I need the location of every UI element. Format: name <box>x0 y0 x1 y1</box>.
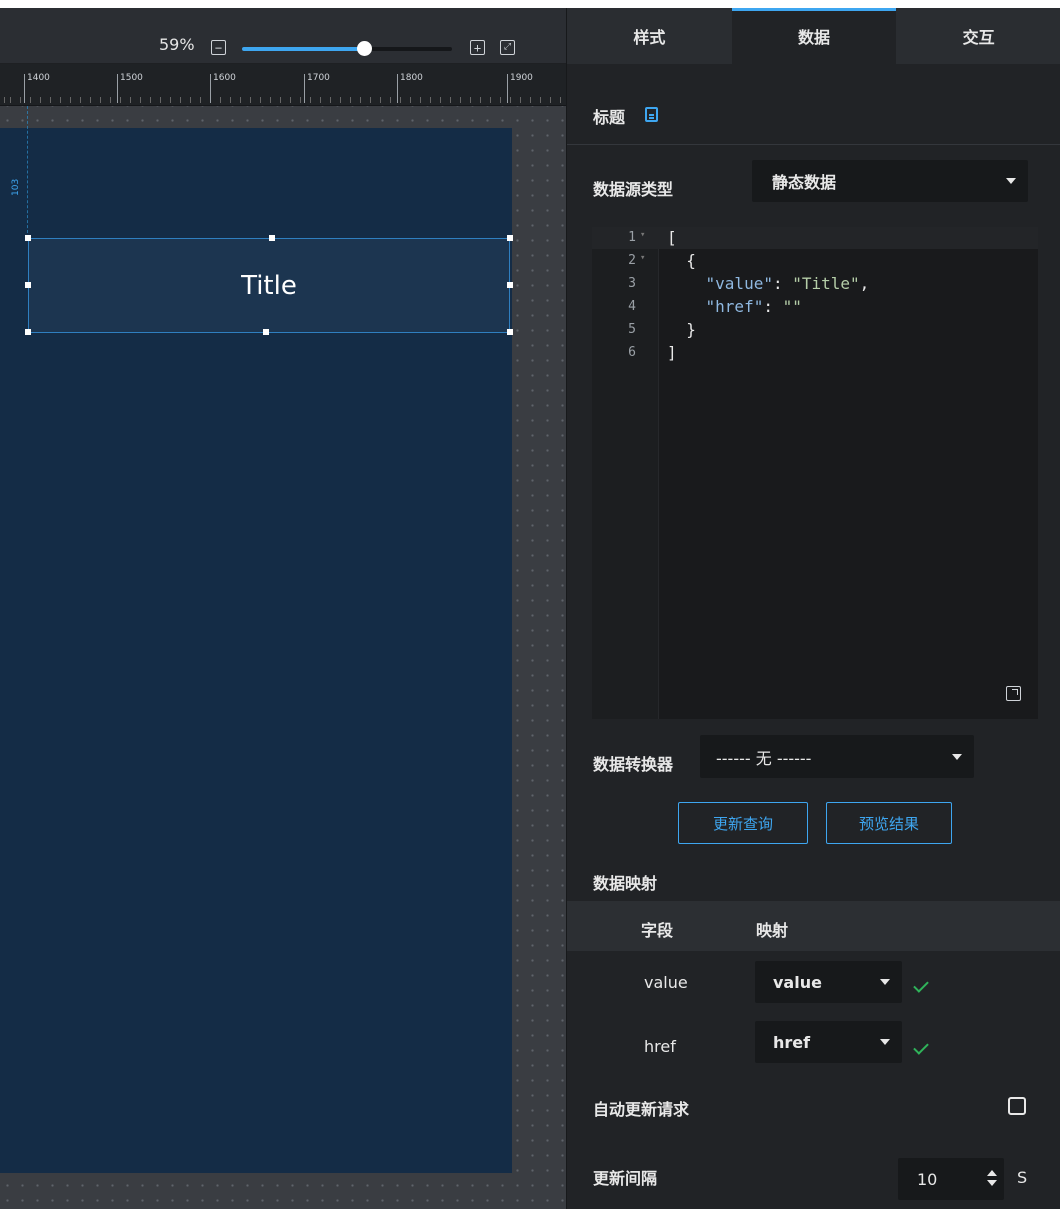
zoom-slider-fill <box>242 47 366 51</box>
refresh-query-button[interactable]: 更新查询 <box>678 802 808 844</box>
ruler-label: 1700 <box>307 73 330 83</box>
chevron-down-icon <box>1006 178 1016 184</box>
code-line: 4 "href": "" <box>628 297 802 316</box>
code-line: 6 ] <box>628 343 677 362</box>
code-href-line: "href": "" <box>705 297 802 316</box>
mapping-select[interactable]: value <box>755 961 902 1003</box>
expand-editor-icon[interactable] <box>1006 686 1021 701</box>
fold-arrow-icon[interactable]: ▾ <box>640 230 645 240</box>
chevron-down-icon <box>880 1039 890 1045</box>
document-icon[interactable] <box>645 107 658 122</box>
section-title: 标题 <box>593 108 626 127</box>
resize-handle[interactable] <box>269 235 275 241</box>
data-mapping-title: 数据映射 <box>593 874 658 893</box>
update-interval-value: 10 <box>917 1169 938 1189</box>
zoom-slider[interactable] <box>242 47 452 51</box>
code-value-line: "value": "Title", <box>705 274 870 293</box>
divider <box>567 144 1060 145</box>
check-icon <box>913 977 929 993</box>
property-panel: 样式 数据 交互 标题 数据源类型 静态数据 1 ▾ [ 2 ▾ { 3 "valu… <box>566 8 1060 1209</box>
interval-unit: S <box>1017 1168 1028 1187</box>
tab-interaction[interactable]: 交互 <box>896 8 1060 64</box>
datasource-type-label: 数据源类型 <box>593 180 674 199</box>
mapping-select-value: value <box>773 972 822 992</box>
json-code-editor[interactable]: 1 ▾ [ 2 ▾ { 3 "value": "Title", 4 "href": … <box>592 227 1038 719</box>
fold-arrow-icon[interactable]: ▾ <box>640 253 645 263</box>
code-line: 5 } <box>628 320 696 339</box>
zoom-out-icon[interactable]: − <box>211 40 226 55</box>
resize-handle[interactable] <box>25 329 31 335</box>
auto-update-checkbox[interactable] <box>1008 1097 1026 1115</box>
mapping-select-value: href <box>773 1032 811 1052</box>
converter-label: 数据转换器 <box>593 755 674 774</box>
number-spinner-icon[interactable] <box>987 1170 997 1186</box>
ruler-label: 1800 <box>400 73 423 83</box>
code-line: 3 "value": "Title", <box>628 274 870 293</box>
mapping-select[interactable]: href <box>755 1021 902 1063</box>
mapping-field-name: value <box>644 973 688 992</box>
chevron-down-icon <box>880 979 890 985</box>
code-line: 2 ▾ { <box>628 251 696 270</box>
converter-select[interactable]: ------ 无 ------ <box>700 735 974 778</box>
position-marker: 103 <box>11 178 21 196</box>
panel-tabs: 样式 数据 交互 <box>567 8 1060 64</box>
datasource-type-select[interactable]: 静态数据 <box>752 160 1028 202</box>
component-title-text: Title <box>241 271 297 301</box>
ruler-label: 1400 <box>27 73 50 83</box>
tab-style[interactable]: 样式 <box>567 8 732 64</box>
guide-line <box>27 106 28 238</box>
zoom-level-text: 59% <box>159 35 195 54</box>
mapping-column-mapping: 映射 <box>756 921 789 940</box>
code-line: 1 ▾ [ <box>628 228 677 247</box>
tab-data[interactable]: 数据 <box>731 8 897 64</box>
horizontal-ruler: 1400 1500 1600 1700 1800 1900 <box>0 64 566 106</box>
ruler-label: 1600 <box>213 73 236 83</box>
update-interval-label: 更新间隔 <box>593 1169 658 1188</box>
zoom-in-icon[interactable]: + <box>470 40 485 55</box>
resize-handle[interactable] <box>25 282 31 288</box>
chevron-down-icon <box>952 753 962 760</box>
resize-handle[interactable] <box>507 235 513 241</box>
ruler-label: 1500 <box>120 73 143 83</box>
resize-handle[interactable] <box>263 329 269 335</box>
resize-handle[interactable] <box>25 235 31 241</box>
auto-update-label: 自动更新请求 <box>593 1100 690 1119</box>
resize-handle[interactable] <box>507 282 513 288</box>
fullscreen-icon[interactable]: ⤢ <box>500 40 515 55</box>
converter-value: ------ 无 ------ <box>716 748 812 768</box>
canvas-area[interactable]: 59% − + ⤢ 1400 1500 1600 1700 1800 1900 … <box>0 8 566 1209</box>
mapping-column-field: 字段 <box>641 921 674 940</box>
datasource-type-value: 静态数据 <box>772 173 837 192</box>
ruler-label: 1900 <box>510 73 533 83</box>
mapping-field-name: href <box>644 1037 676 1056</box>
preview-result-button[interactable]: 预览结果 <box>826 802 952 844</box>
canvas-toolbar: 59% − + ⤢ <box>0 8 566 64</box>
check-icon <box>913 1039 929 1055</box>
selected-title-component[interactable]: Title <box>28 238 510 333</box>
zoom-slider-handle[interactable] <box>357 41 372 56</box>
resize-handle[interactable] <box>507 329 513 335</box>
